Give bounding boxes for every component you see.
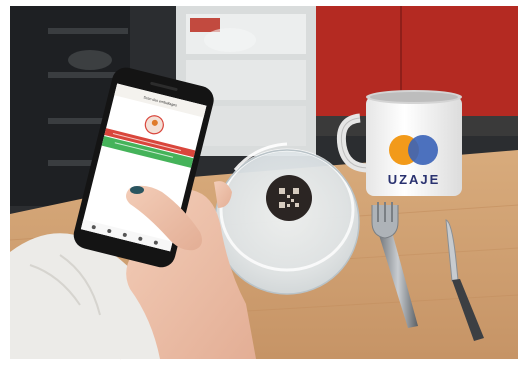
mug-logo-blue-circle — [408, 135, 438, 165]
mug-brand-text: UZAJE — [388, 172, 441, 187]
photo-scene: UZAJE Scan des emballages — [0, 0, 528, 365]
